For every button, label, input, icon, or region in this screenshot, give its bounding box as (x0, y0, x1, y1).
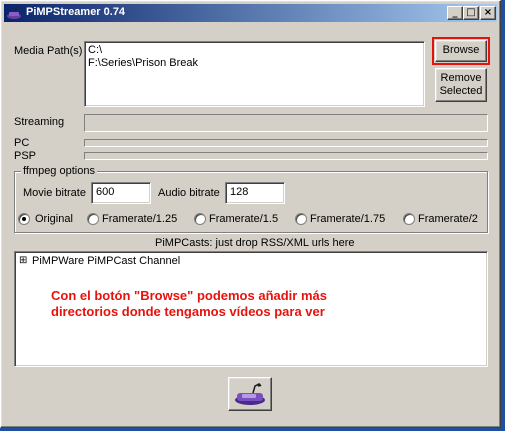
psp-bar (84, 152, 488, 160)
annotation-line-2: directorios donde tengamos vídeos para v… (51, 304, 325, 319)
remove-selected-button[interactable]: Remove Selected (435, 68, 487, 102)
streaming-bar (84, 114, 488, 132)
movie-bitrate-input[interactable]: 600 (91, 182, 151, 204)
psp-label: PSP (14, 150, 37, 162)
framerate-original-label[interactable]: Original (35, 213, 73, 225)
pimpcasts-tree[interactable]: ⊞ PiMPWare PiMPCast Channel Con el botón… (14, 251, 488, 367)
pimpcast-channel-item[interactable]: PiMPWare PiMPCast Channel (32, 255, 180, 267)
framerate-175-label[interactable]: Framerate/1.75 (310, 213, 385, 225)
close-button[interactable]: × (480, 6, 496, 20)
remove-selected-label-1: Remove (440, 72, 482, 84)
movie-bitrate-value: 600 (96, 186, 115, 198)
pimpcasts-heading: PiMPCasts: just drop RSS/XML urls here (155, 237, 355, 249)
pc-label: PC (14, 137, 30, 149)
app-icon (7, 6, 21, 19)
framerate-125-radio[interactable] (87, 213, 99, 225)
annotation-line-1: Con el botón "Browse" podemos añadir más (51, 288, 327, 303)
audio-bitrate-value: 128 (230, 186, 249, 198)
maximize-button[interactable]: □ (463, 6, 479, 20)
audio-bitrate-label: Audio bitrate (158, 187, 220, 199)
framerate-2-radio[interactable] (403, 213, 415, 225)
minimize-button[interactable]: _ (447, 6, 463, 20)
psp-icon (235, 383, 265, 405)
movie-bitrate-label: Movie bitrate (23, 187, 86, 199)
framerate-2-label[interactable]: Framerate/2 (418, 213, 478, 225)
title-bar[interactable]: PiMPStreamer 0.74 _ □ × (4, 4, 497, 22)
framerate-15-radio[interactable] (194, 213, 206, 225)
media-paths-list[interactable]: C:\ F:\Series\Prison Break (84, 41, 425, 107)
media-paths-label: Media Path(s) (14, 45, 83, 57)
audio-bitrate-input[interactable]: 128 (225, 182, 285, 204)
main-window: PiMPStreamer 0.74 _ □ × Media Path(s) C:… (0, 0, 501, 428)
framerate-15-label[interactable]: Framerate/1.5 (209, 213, 278, 225)
window-title: PiMPStreamer 0.74 (26, 6, 126, 18)
media-path-item[interactable]: F:\Series\Prison Break (88, 57, 198, 69)
ffmpeg-options-legend: ffmpeg options (21, 165, 97, 177)
remove-selected-label-2: Selected (439, 85, 483, 97)
psp-button[interactable] (228, 377, 272, 411)
framerate-original-radio[interactable] (18, 213, 30, 225)
radio-selected-dot (22, 217, 26, 221)
browse-button[interactable]: Browse (435, 40, 487, 62)
framerate-125-label[interactable]: Framerate/1.25 (102, 213, 177, 225)
pc-bar (84, 139, 488, 147)
framerate-175-radio[interactable] (295, 213, 307, 225)
streaming-label: Streaming (14, 116, 65, 128)
media-path-item[interactable]: C:\ (88, 44, 102, 56)
tree-expand-icon[interactable]: ⊞ (19, 255, 27, 266)
